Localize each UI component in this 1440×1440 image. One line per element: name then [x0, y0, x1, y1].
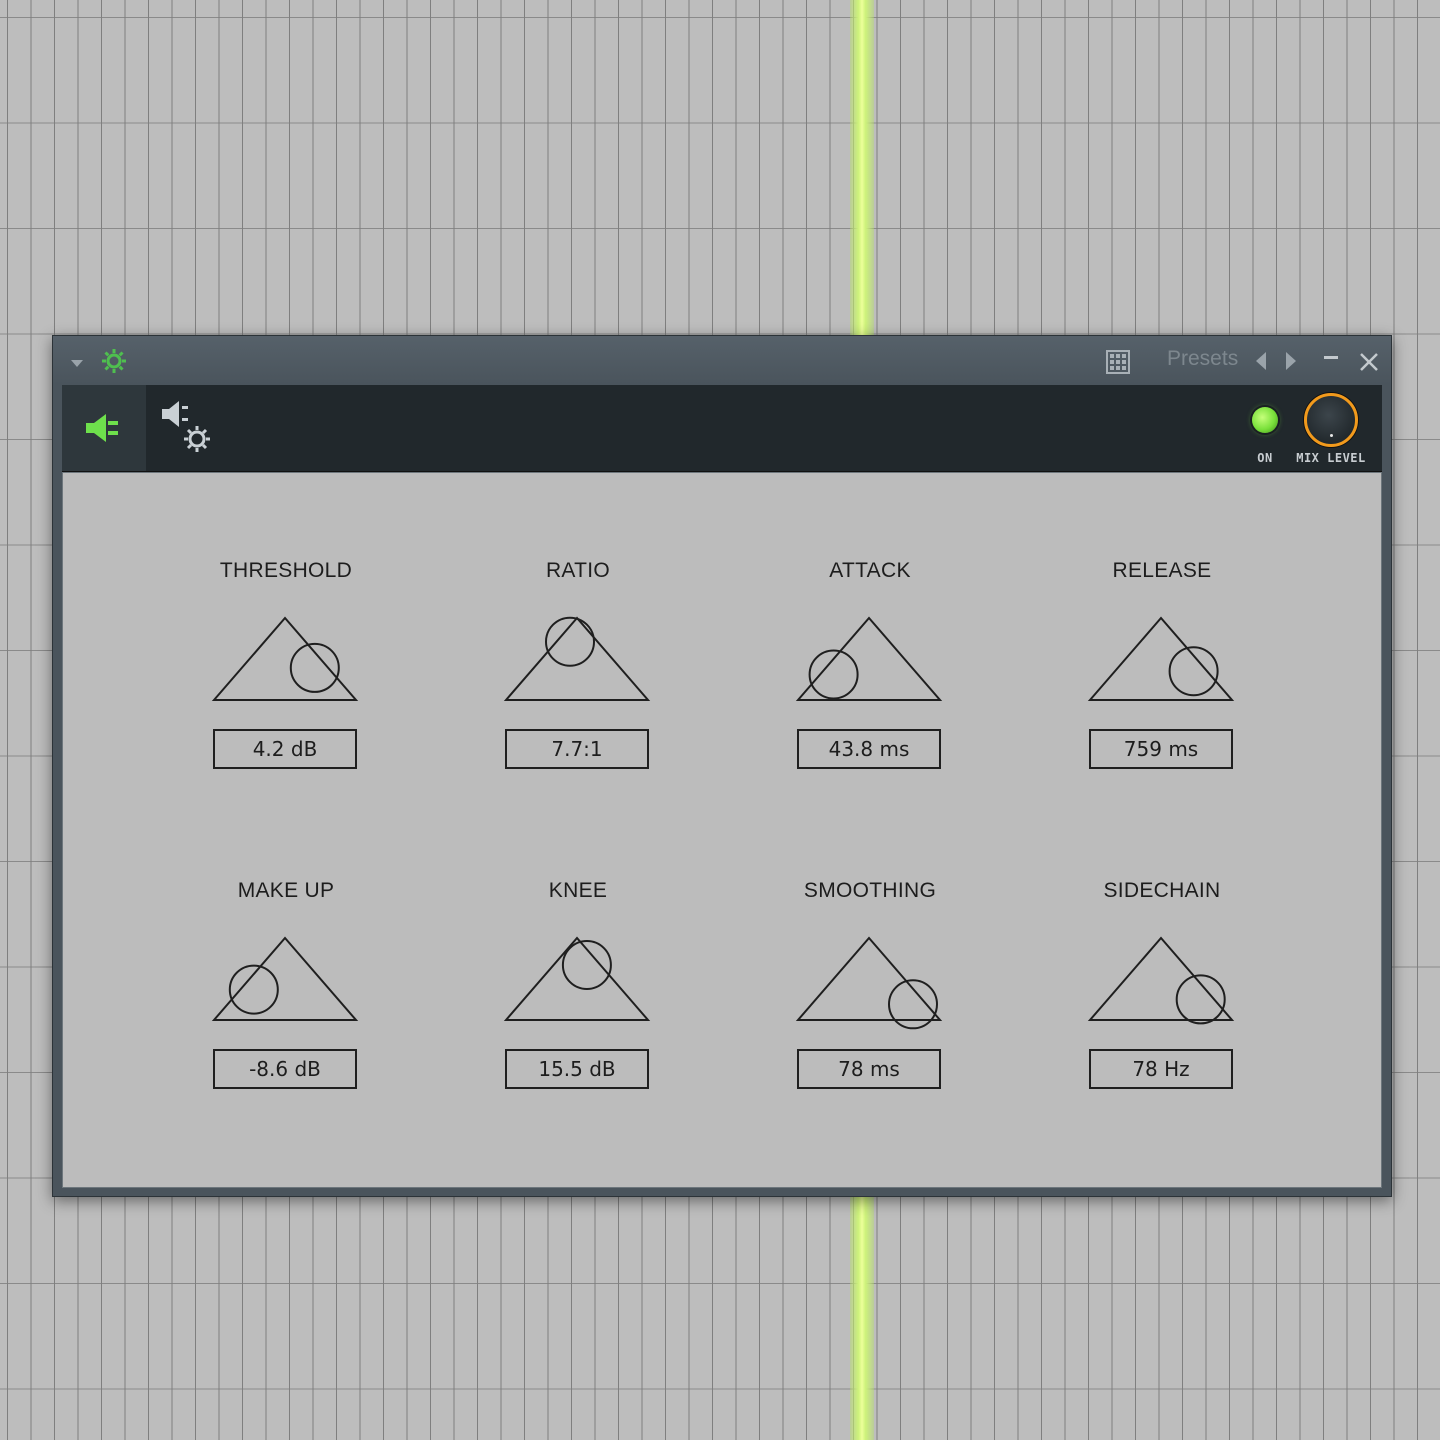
- param-label: SIDECHAIN: [1103, 879, 1221, 902]
- param-label: SMOOTHING: [803, 879, 937, 902]
- grid-icon[interactable]: [1106, 350, 1130, 374]
- param-value-field[interactable]: -8.6 dB: [213, 1049, 357, 1089]
- param-value-field[interactable]: 759 ms: [1089, 729, 1233, 769]
- titlebar[interactable]: Presets: [53, 336, 1391, 385]
- close-icon[interactable]: [1357, 350, 1381, 374]
- param-value-field[interactable]: 78 Hz: [1089, 1049, 1233, 1089]
- param-label: MAKE UP: [237, 879, 335, 902]
- param-value-field[interactable]: 43.8 ms: [797, 729, 941, 769]
- param-knob[interactable]: [503, 929, 651, 1023]
- param-knob[interactable]: [211, 609, 359, 703]
- param-value-field[interactable]: 78 ms: [797, 1049, 941, 1089]
- minimize-button[interactable]: [1324, 356, 1338, 359]
- tab-plugin[interactable]: [62, 385, 146, 471]
- plug-icon: [86, 414, 118, 442]
- on-label: ON: [1257, 451, 1273, 465]
- param-knob[interactable]: [795, 929, 943, 1030]
- chevron-down-icon[interactable]: [71, 360, 83, 367]
- gear-icon[interactable]: [101, 348, 127, 374]
- on-toggle[interactable]: [1252, 407, 1278, 433]
- param-knob[interactable]: [211, 929, 359, 1023]
- parameter-panel: THRESHOLD 4.2 dB RATIO 7.7:1 ATTACK 43.8 ms RE…: [62, 472, 1382, 1188]
- param-knob[interactable]: [795, 609, 943, 703]
- param-label: RELEASE: [1112, 559, 1212, 582]
- param-knob[interactable]: [1087, 609, 1235, 703]
- plugin-toolbar: ON MIX LEVEL: [62, 385, 1382, 472]
- param-knob[interactable]: [1087, 929, 1235, 1025]
- next-preset-icon[interactable]: [1286, 352, 1296, 370]
- param-value-field[interactable]: 15.5 dB: [505, 1049, 649, 1089]
- param-label: KNEE: [548, 879, 608, 902]
- param-label: ATTACK: [829, 559, 911, 582]
- speaker-settings-icon[interactable]: [158, 397, 218, 457]
- param-label: RATIO: [545, 559, 611, 582]
- mix-level-label: MIX LEVEL: [1296, 451, 1366, 465]
- param-knob[interactable]: [503, 609, 651, 703]
- previous-preset-icon[interactable]: [1256, 352, 1266, 370]
- param-value-field[interactable]: 4.2 dB: [213, 729, 357, 769]
- param-label: THRESHOLD: [219, 559, 353, 582]
- presets-button[interactable]: Presets: [1167, 347, 1238, 371]
- plugin-window: Presets ON MIX LEVEL THRESHOLD 4.2 dB RA…: [52, 335, 1392, 1197]
- mix-level-knob[interactable]: [1304, 393, 1358, 447]
- param-value-field[interactable]: 7.7:1: [505, 729, 649, 769]
